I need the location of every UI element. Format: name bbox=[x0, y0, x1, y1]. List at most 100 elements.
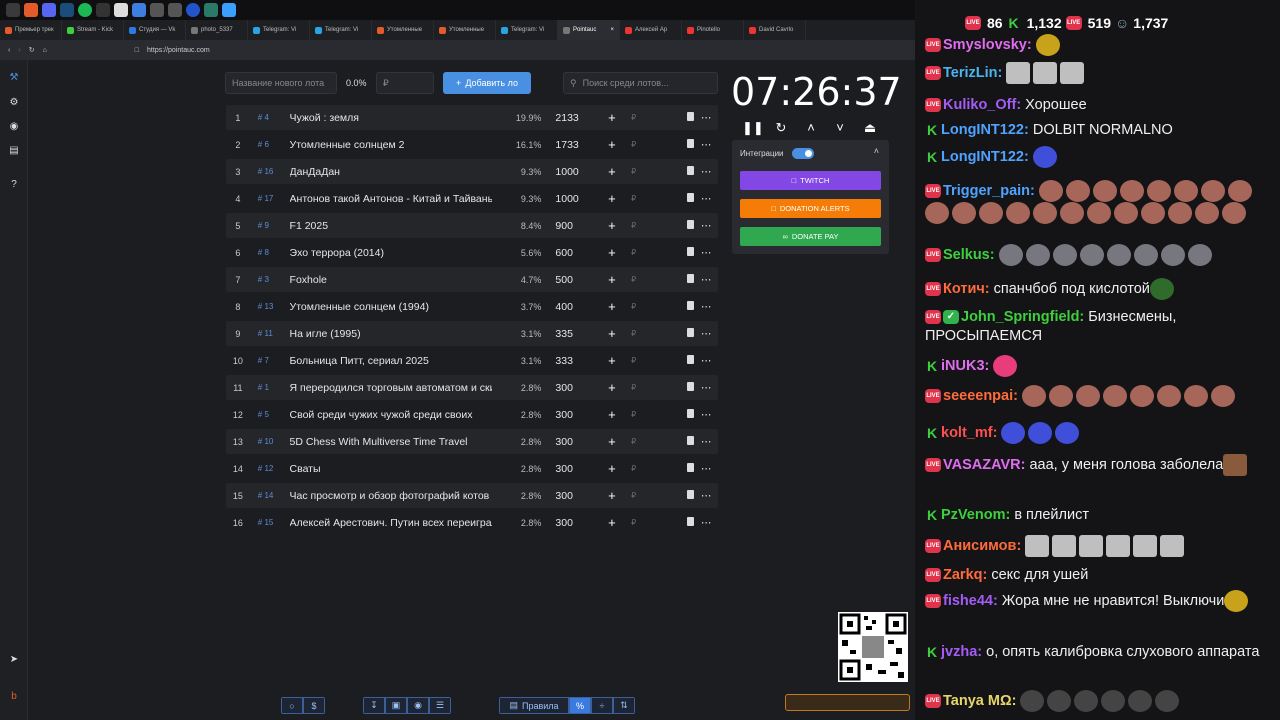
lot-name[interactable]: ДанДаДан bbox=[290, 166, 492, 178]
dollar-icon[interactable]: $ bbox=[303, 697, 325, 714]
delete-icon[interactable] bbox=[645, 111, 695, 124]
delete-icon[interactable] bbox=[645, 354, 695, 367]
lot-row[interactable]: 15 # 14 Час просмотр и обзор фотографий ко… bbox=[226, 483, 718, 508]
ruble-input-icon[interactable]: ₽ bbox=[623, 329, 645, 338]
lot-row[interactable]: 7 # 3 Foxhole 4.7% 500 + ₽ ⋯ bbox=[226, 267, 718, 292]
lot-name[interactable]: Чужой : земля bbox=[290, 112, 492, 124]
help-icon[interactable]: ? bbox=[8, 179, 20, 191]
spotify-icon[interactable] bbox=[78, 3, 92, 17]
more-icon[interactable]: ⋯ bbox=[694, 517, 718, 529]
add-amount-icon[interactable]: + bbox=[601, 434, 623, 449]
add-amount-icon[interactable]: + bbox=[601, 353, 623, 368]
clipboard-icon[interactable]: ▤ bbox=[8, 145, 20, 157]
add-amount-icon[interactable]: + bbox=[601, 245, 623, 260]
windows-icon[interactable] bbox=[6, 3, 20, 17]
app-icon[interactable] bbox=[222, 3, 236, 17]
browser-tab[interactable]: photo_5337 bbox=[186, 20, 248, 40]
delete-icon[interactable] bbox=[645, 435, 695, 448]
browser-tab[interactable]: Telegram: Vi bbox=[248, 20, 310, 40]
more-icon[interactable]: ⋯ bbox=[694, 193, 718, 205]
ruble-input-icon[interactable]: ₽ bbox=[623, 275, 645, 284]
history-icon[interactable]: ☰ bbox=[429, 697, 451, 714]
more-icon[interactable]: ⋯ bbox=[694, 139, 718, 151]
pause-icon[interactable]: ❚❚ bbox=[742, 120, 764, 136]
reload-icon[interactable]: ↻ bbox=[29, 46, 35, 54]
lot-name[interactable]: F1 2025 bbox=[290, 220, 492, 232]
chat-username[interactable]: seeeenpai bbox=[943, 388, 1013, 404]
brave-icon[interactable] bbox=[24, 3, 38, 17]
wheel-icon[interactable]: ◉ bbox=[8, 121, 20, 133]
app-icon[interactable] bbox=[204, 3, 218, 17]
lot-row[interactable]: 3 # 16 ДанДаДан 9.3% 1000 + ₽ ⋯ bbox=[226, 159, 718, 184]
delete-icon[interactable] bbox=[645, 462, 695, 475]
lot-row[interactable]: 1 # 4 Чужой : земля 19.9% 2133 + ₽ ⋯ bbox=[226, 105, 718, 130]
ruble-input-icon[interactable]: ₽ bbox=[623, 167, 645, 176]
ruble-input-icon[interactable]: ₽ bbox=[623, 491, 645, 500]
chat-username[interactable]: PzVenom bbox=[941, 507, 1005, 523]
bot-icon[interactable]: ◉ bbox=[407, 697, 429, 714]
browser-tab[interactable]: Telegram: Vi bbox=[496, 20, 558, 40]
obs-icon[interactable] bbox=[96, 3, 110, 17]
app-icon[interactable] bbox=[150, 3, 164, 17]
telegram-icon[interactable]: ➤ bbox=[8, 654, 20, 666]
add-amount-icon[interactable]: + bbox=[601, 137, 623, 152]
more-icon[interactable]: ⋯ bbox=[694, 436, 718, 448]
chat-username[interactable]: TerizLin bbox=[943, 65, 998, 81]
back-icon[interactable]: ‹ bbox=[8, 47, 10, 54]
ruble-input-icon[interactable]: ₽ bbox=[623, 248, 645, 257]
new-lot-input[interactable]: Название нового лота bbox=[225, 72, 337, 94]
chat-username[interactable]: Selkus bbox=[943, 247, 990, 263]
percent-icon[interactable]: % bbox=[569, 697, 591, 714]
x-icon[interactable] bbox=[114, 3, 128, 17]
sort-icon[interactable]: ⇅ bbox=[613, 697, 635, 714]
delete-icon[interactable] bbox=[645, 165, 695, 178]
chat-username[interactable]: fishe44 bbox=[943, 593, 993, 609]
browser-tab[interactable]: David Cavrlo bbox=[744, 20, 806, 40]
collapse-icon[interactable]: ˄ bbox=[874, 146, 879, 156]
delete-icon[interactable] bbox=[645, 219, 695, 232]
lot-row[interactable]: 16 # 15 Алексей Арестович. Путин всех пере… bbox=[226, 510, 718, 535]
lot-row[interactable]: 8 # 13 Утомленные солнцем (1994) 3.7% 400 + ₽ ⋯ bbox=[226, 294, 718, 319]
add-amount-icon[interactable]: + bbox=[601, 164, 623, 179]
twitch-button[interactable]: □ TWITCH bbox=[740, 171, 881, 190]
eject-icon[interactable]: ⏏ bbox=[860, 120, 880, 136]
lot-name[interactable]: Foxhole bbox=[290, 274, 492, 286]
more-icon[interactable]: ⋯ bbox=[694, 490, 718, 502]
chat-username[interactable]: Kuliko_Off bbox=[943, 97, 1016, 113]
gear-icon[interactable]: ⚙ bbox=[8, 97, 20, 109]
delete-icon[interactable] bbox=[645, 192, 695, 205]
chat-username[interactable]: Smyslovsky bbox=[943, 37, 1027, 53]
lot-name[interactable]: Сваты bbox=[290, 463, 492, 475]
delete-icon[interactable] bbox=[645, 300, 695, 313]
discord-icon[interactable] bbox=[42, 3, 56, 17]
lot-name[interactable]: Час просмотр и обзор фотографий котов bbox=[290, 490, 492, 502]
app-icon[interactable] bbox=[168, 3, 182, 17]
browser-tab[interactable]: Студия — Vk bbox=[124, 20, 186, 40]
lot-row[interactable]: 9 # 11 На игле (1995) 3.1% 335 + ₽ ⋯ bbox=[226, 321, 718, 346]
add-amount-icon[interactable]: + bbox=[601, 488, 623, 503]
lot-row[interactable]: 6 # 8 Эхо террора (2014) 5.6% 600 + ₽ ⋯ bbox=[226, 240, 718, 265]
add-amount-icon[interactable]: + bbox=[601, 380, 623, 395]
browser-tab[interactable]: Премьер трек bbox=[0, 20, 62, 40]
chat-username[interactable]: Zarkq bbox=[943, 567, 983, 583]
ruble-input-icon[interactable]: ₽ bbox=[623, 410, 645, 419]
gavel-icon[interactable]: ⚒ bbox=[8, 72, 20, 84]
ruble-input-icon[interactable]: ₽ bbox=[623, 356, 645, 365]
lot-row[interactable]: 10 # 7 Больница Питт, сериал 2025 3.1% 333 + ₽… bbox=[226, 348, 718, 373]
url-text[interactable]: https://pointauc.com bbox=[147, 47, 210, 54]
lot-name[interactable]: Больница Питт, сериал 2025 bbox=[290, 355, 492, 367]
lot-row[interactable]: 4 # 17 Антонов такой Антонов - Китай и Тай… bbox=[226, 186, 718, 211]
chat-username[interactable]: kolt_mf bbox=[941, 425, 993, 441]
brand-icon[interactable]: b bbox=[8, 691, 20, 703]
lot-row[interactable]: 11 # 1 Я переродился торговым автоматом и … bbox=[226, 375, 718, 400]
more-icon[interactable]: ⋯ bbox=[694, 166, 718, 178]
more-icon[interactable]: ⋯ bbox=[694, 355, 718, 367]
download-icon[interactable]: ↧ bbox=[363, 697, 385, 714]
add-lot-button[interactable]: + Добавить ло bbox=[443, 72, 531, 94]
ruble-input-icon[interactable]: ₽ bbox=[623, 383, 645, 392]
steam-icon[interactable] bbox=[60, 3, 74, 17]
save-icon[interactable]: ▣ bbox=[385, 697, 407, 714]
delete-icon[interactable] bbox=[645, 489, 695, 502]
chat-username[interactable]: jvzha bbox=[941, 644, 977, 660]
chat-username[interactable]: iNUK3 bbox=[941, 358, 985, 374]
